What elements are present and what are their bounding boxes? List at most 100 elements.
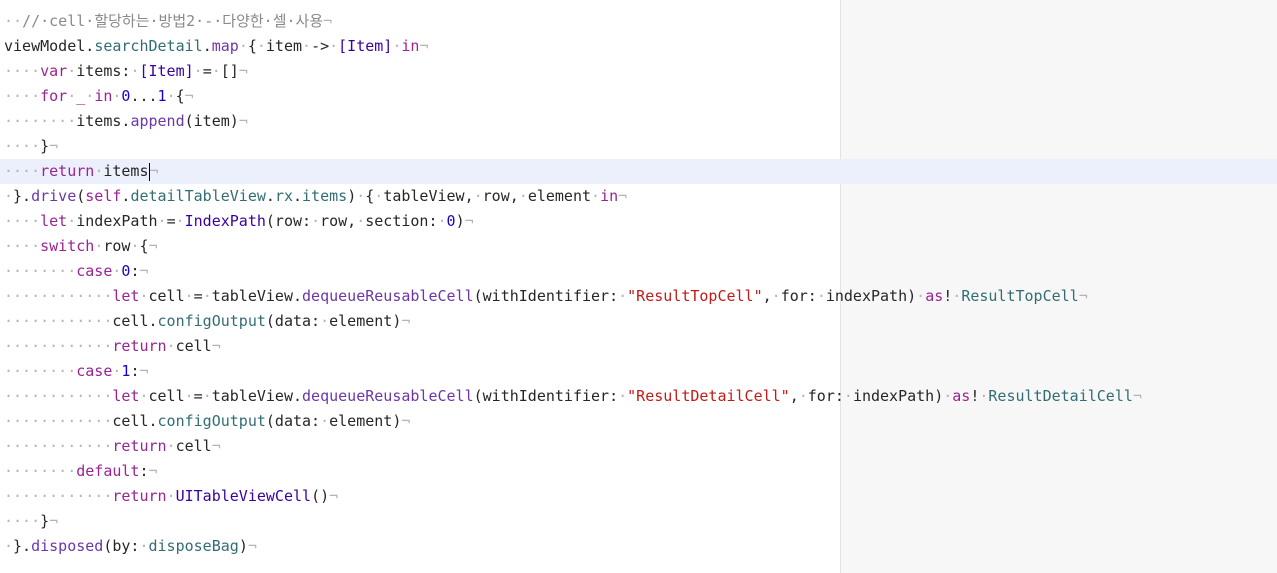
code-line[interactable]: ········items.append(item)¬ xyxy=(0,109,1277,134)
code-line[interactable]: ·}.disposed(by:·disposeBag)¬ xyxy=(0,534,1277,559)
code-token: default xyxy=(76,462,140,480)
code-token: drive xyxy=(31,187,77,205)
code-line[interactable]: ············cell.configOutput(data:·elem… xyxy=(0,309,1277,334)
code-token: (withIdentifier: xyxy=(473,287,619,305)
code-token: as xyxy=(952,387,971,405)
invisible-char: · xyxy=(202,287,212,305)
code-token: ) xyxy=(238,537,248,555)
code-token: "ResultDetailCell" xyxy=(627,387,790,405)
code-token: = xyxy=(166,212,176,230)
current-code-line[interactable]: ····return·items¬ xyxy=(0,159,1277,184)
invisible-char: · xyxy=(356,187,366,205)
code-line[interactable]: ············cell.configOutput(data:·elem… xyxy=(0,409,1277,434)
code-token: append xyxy=(130,112,185,130)
code-token: for: xyxy=(780,287,817,305)
invisible-char: ¬ xyxy=(211,437,221,455)
code-line[interactable]: ········default:¬ xyxy=(0,459,1277,484)
invisible-char: ¬ xyxy=(238,112,248,130)
code-token: case xyxy=(76,262,113,280)
code-token: . xyxy=(265,187,275,205)
invisible-char: ········ xyxy=(4,112,77,130)
invisible-char: · xyxy=(356,212,366,230)
invisible-char: · xyxy=(157,212,167,230)
code-token: = xyxy=(193,287,203,305)
code-token: viewModel. xyxy=(4,37,95,55)
code-token: items xyxy=(302,187,348,205)
code-line[interactable]: ············let·cell·=·tableView.dequeue… xyxy=(0,384,1277,409)
invisible-char: · xyxy=(591,187,601,205)
code-token: in xyxy=(600,187,619,205)
invisible-char: ¬ xyxy=(148,462,158,480)
code-token: ) xyxy=(455,212,465,230)
invisible-char: · xyxy=(311,212,321,230)
invisible-char: ¬ xyxy=(464,212,474,230)
code-token: (item) xyxy=(184,112,239,130)
invisible-char: · xyxy=(166,337,176,355)
code-lines[interactable]: ··//·cell·할당하는·방법2·-·다양한·셀·사용¬ viewModel.… xyxy=(0,9,1277,559)
invisible-char: · xyxy=(518,187,528,205)
code-token: ... xyxy=(130,87,158,105)
code-token: , xyxy=(789,387,799,405)
code-line[interactable]: ············let·cell·=·tableView.dequeue… xyxy=(0,284,1277,309)
code-token: row, xyxy=(320,212,357,230)
code-line[interactable]: ····let·indexPath·=·IndexPath(row:·row,·… xyxy=(0,209,1277,234)
code-token: section: xyxy=(365,212,438,230)
code-token: configOutput xyxy=(157,312,266,330)
invisible-char: · xyxy=(139,537,149,555)
code-token: : xyxy=(139,462,149,480)
code-line[interactable]: ····for·_·in·0...1·{¬ xyxy=(0,84,1277,109)
code-token: cell. xyxy=(112,412,158,430)
code-line[interactable]: ············return·cell¬ xyxy=(0,334,1277,359)
code-line[interactable]: ········case·1:¬ xyxy=(0,359,1277,384)
code-token: tableView, xyxy=(383,187,474,205)
code-line[interactable]: ····switch·row·{¬ xyxy=(0,234,1277,259)
code-line[interactable]: ·}.drive(self.detailTableView.rx.items)·… xyxy=(0,184,1277,209)
code-token: (withIdentifier: xyxy=(473,387,619,405)
invisible-char: · xyxy=(67,212,77,230)
invisible-char: · xyxy=(67,87,77,105)
code-token: detailTableView xyxy=(130,187,266,205)
code-token: dequeueReusableCell xyxy=(302,287,474,305)
code-line[interactable]: ············return·UITableViewCell()¬ xyxy=(0,484,1277,509)
invisible-char: ¬ xyxy=(139,262,149,280)
code-token: in xyxy=(94,87,113,105)
invisible-char: ········ xyxy=(4,262,77,280)
code-line[interactable]: ········case·0:¬ xyxy=(0,259,1277,284)
invisible-char: · xyxy=(166,437,176,455)
code-line[interactable]: ····}¬ xyxy=(0,134,1277,159)
invisible-char: · xyxy=(943,387,953,405)
code-token: , xyxy=(762,287,772,305)
code-token: { xyxy=(247,37,257,55)
code-token: 0 xyxy=(446,212,456,230)
code-token: element xyxy=(527,187,592,205)
invisible-char: ¬ xyxy=(618,187,628,205)
invisible-char: · xyxy=(211,62,221,80)
invisible-char: · xyxy=(473,187,483,205)
invisible-char: ···· xyxy=(4,212,41,230)
code-token: . xyxy=(202,37,212,55)
code-line[interactable]: ····}¬ xyxy=(0,509,1277,534)
code-editor[interactable]: ··//·cell·할당하는·방법2·-·다양한·셀·사용¬ viewModel.… xyxy=(0,0,1277,573)
code-token: } xyxy=(40,137,50,155)
invisible-char: · xyxy=(175,212,185,230)
code-token: let xyxy=(112,387,140,405)
code-token: item xyxy=(265,37,303,55)
invisible-char: · xyxy=(374,187,384,205)
invisible-char: · xyxy=(202,387,212,405)
code-line[interactable]: ····var·items:·[Item]·=·[]¬ xyxy=(0,59,1277,84)
code-line[interactable]: ············return·cell¬ xyxy=(0,434,1277,459)
code-token: ) xyxy=(347,187,357,205)
invisible-char: · xyxy=(798,387,808,405)
code-line[interactable]: ··//·cell·할당하는·방법2·-·다양한·셀·사용¬ xyxy=(0,9,1277,34)
invisible-char: ¬ xyxy=(247,537,257,555)
code-token: (row: xyxy=(265,212,312,230)
code-token: disposed xyxy=(31,537,104,555)
invisible-char: · xyxy=(139,387,149,405)
invisible-char: ········ xyxy=(4,362,77,380)
invisible-char: ············ xyxy=(4,387,113,405)
code-token: in xyxy=(401,37,420,55)
invisible-char: ············ xyxy=(4,337,113,355)
invisible-char: · xyxy=(94,237,104,255)
code-line[interactable]: viewModel.searchDetail.map·{·item·->·[It… xyxy=(0,34,1277,59)
invisible-char: · xyxy=(238,37,248,55)
